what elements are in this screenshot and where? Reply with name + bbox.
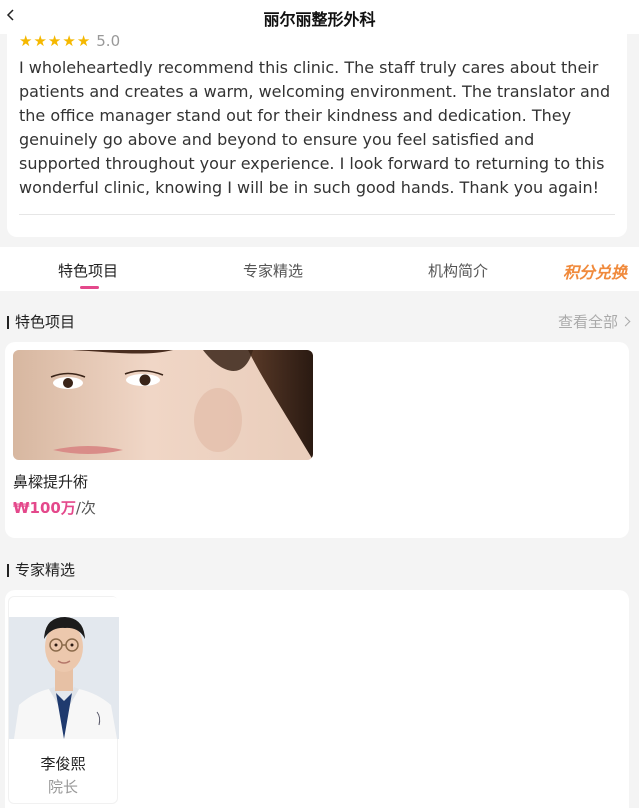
product-face-image bbox=[13, 350, 313, 460]
review-card: ★ ★ ★ ★ ★ 5.0 I wholeheartedly recommend… bbox=[7, 28, 627, 237]
star-icon: ★ bbox=[33, 31, 47, 50]
section-tabs: 特色项目 专家精选 机构简介 积分兑换 bbox=[0, 247, 639, 291]
review-score: 5.0 bbox=[96, 32, 121, 50]
expert-photo bbox=[9, 597, 119, 739]
price-value: ₩100万 bbox=[13, 499, 76, 517]
tab-about[interactable]: 机构简介 bbox=[428, 260, 488, 281]
section-title: 特色项目 bbox=[15, 313, 76, 331]
expert-title: 院长 bbox=[47, 778, 78, 796]
divider bbox=[19, 214, 615, 215]
star-rating: ★ ★ ★ ★ ★ bbox=[19, 31, 91, 50]
expert-name: 李俊熙 bbox=[40, 755, 86, 773]
active-tab-indicator bbox=[80, 286, 99, 289]
section-marker bbox=[7, 564, 9, 577]
doctor-portrait-image bbox=[9, 597, 119, 739]
price-unit: /次 bbox=[75, 499, 96, 517]
section-marker bbox=[7, 316, 9, 329]
featured-section-header: 特色项目 查看全部 bbox=[7, 312, 631, 334]
star-icon: ★ bbox=[47, 31, 62, 50]
experts-section-header: 专家精选 bbox=[7, 560, 629, 582]
expert-card[interactable]: 李俊熙 院长 bbox=[8, 596, 119, 804]
star-icon: ★ bbox=[76, 31, 91, 50]
tab-featured[interactable]: 特色项目 bbox=[58, 260, 118, 281]
see-all-label: 查看全部 bbox=[557, 313, 618, 331]
review-rating: ★ ★ ★ ★ ★ 5.0 bbox=[19, 33, 120, 49]
product-image[interactable] bbox=[13, 350, 313, 460]
product-name: 鼻樑提升術 bbox=[13, 473, 89, 491]
product-price: ₩100万/次 bbox=[13, 497, 96, 518]
star-icon: ★ bbox=[62, 31, 76, 50]
star-icon: ★ bbox=[19, 31, 33, 50]
chevron-right-icon bbox=[620, 316, 631, 327]
section-title: 专家精选 bbox=[15, 561, 76, 579]
page-title: 丽尔丽整形外科 bbox=[263, 10, 376, 29]
tab-experts[interactable]: 专家精选 bbox=[243, 260, 303, 281]
see-all-link[interactable]: 查看全部 bbox=[557, 312, 631, 332]
featured-products-card: 鼻樑提升術 ₩100万/次 bbox=[5, 342, 629, 538]
points-exchange-tab[interactable]: 积分兑换 bbox=[563, 259, 627, 283]
review-text: I wholeheartedly recommend this clinic. … bbox=[19, 58, 611, 197]
experts-card: 李俊熙 院长 bbox=[5, 590, 629, 808]
top-nav-bar: 丽尔丽整形外科 bbox=[0, 0, 639, 34]
